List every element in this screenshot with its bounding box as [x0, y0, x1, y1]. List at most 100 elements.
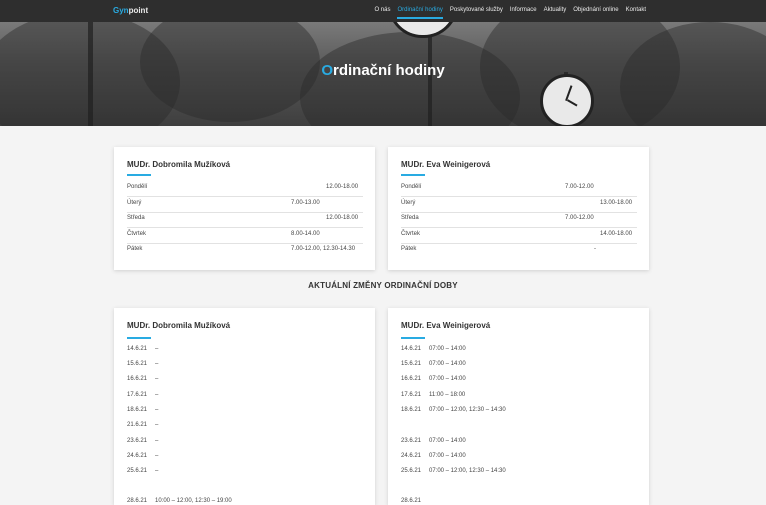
- change-row: 16.6.21 07:00 – 14:00: [401, 376, 466, 382]
- change-date: 25.6.21: [401, 468, 422, 474]
- change-row: 23.6.21 07:00 – 14:00: [401, 438, 466, 444]
- hours-time: 12.00-18.00: [326, 184, 359, 190]
- change-row: 15.6.21 07:00 – 14:00: [401, 361, 466, 367]
- hours-row: Pátek 7.00-12.00, 12.30-14.30: [127, 243, 363, 259]
- site-logo[interactable]: Gynpoint: [113, 6, 148, 15]
- change-time: 11:00 – 18:00: [429, 392, 466, 398]
- card-doctor-name: MUDr. Dobromila Mužíková: [127, 160, 231, 169]
- change-time: 07:00 – 14:00: [429, 346, 466, 352]
- hours-time: 7.00-12.00, 12.30-14.30: [291, 246, 356, 252]
- change-date: 28.6.21: [127, 498, 148, 504]
- hero-banner: Ordinační hodiny: [0, 22, 766, 126]
- hours-time: 14.00-18.00: [600, 231, 633, 237]
- change-time: –: [155, 468, 159, 474]
- hours-time: 7.00-12.00: [565, 184, 594, 190]
- change-row: 17.6.21 –: [127, 392, 158, 398]
- change-row: 21.6.21 –: [127, 422, 158, 428]
- change-row: 18.6.21 –: [127, 407, 158, 413]
- nav-link-objednani-online[interactable]: Objednání online: [573, 7, 618, 13]
- logo-accent-text: Gyn: [113, 6, 129, 15]
- card-doctor-name: MUDr. Dobromila Mužíková: [127, 321, 231, 330]
- hours-time: 13.00-18.00: [600, 200, 633, 206]
- hours-row: Pondělí 7.00-12.00: [401, 181, 637, 197]
- change-date: 14.6.21: [127, 346, 148, 352]
- hours-day: Středa: [127, 215, 145, 221]
- change-date: 18.6.21: [401, 407, 422, 413]
- change-date: 21.6.21: [127, 422, 148, 428]
- change-time: 10:00 – 12:00, 12:30 – 19:00: [155, 498, 232, 504]
- change-row: 18.6.21 07:00 – 12:00, 12:30 – 14:30: [401, 407, 506, 413]
- change-row: 24.6.21 –: [127, 453, 158, 459]
- change-time: 07:00 – 12:00, 12:30 – 14:30: [429, 407, 506, 413]
- top-navbar: Gynpoint O nás Ordinační hodiny Poskytov…: [0, 0, 766, 22]
- change-time: 07:00 – 14:00: [429, 361, 466, 367]
- hours-row: Středa 12.00-18.00: [127, 212, 363, 228]
- change-time: –: [155, 422, 159, 428]
- change-time: –: [155, 376, 159, 382]
- logo-text: point: [128, 6, 149, 15]
- hours-row: Pondělí 12.00-18.00: [127, 181, 363, 197]
- change-row: 16.6.21 –: [127, 376, 158, 382]
- nav-link-o-nas[interactable]: O nás: [374, 7, 390, 13]
- change-row: 28.6.21 10:00 – 12:00, 12:30 – 19:00: [127, 498, 232, 504]
- hours-day: Pátek: [127, 246, 143, 252]
- change-time: 07:00 – 12:00, 12:30 – 14:30: [429, 468, 506, 474]
- hours-day: Středa: [401, 215, 419, 221]
- change-date: 17.6.21: [127, 392, 148, 398]
- hours-day: Čtvrtek: [127, 231, 147, 237]
- hours-card-weinigerova: MUDr. Eva Weinigerová Pondělí 7.00-12.00…: [388, 147, 649, 270]
- hours-row: Čtvrtek 14.00-18.00: [401, 228, 637, 244]
- hours-row: Čtvrtek 8.00-14.00: [127, 228, 363, 244]
- hours-day: Pátek: [401, 246, 417, 252]
- change-row: 23.6.21 –: [127, 438, 158, 444]
- change-time: –: [155, 407, 159, 413]
- change-time: 07:00 – 14:00: [429, 376, 466, 382]
- hours-time: 7.00-12.00: [565, 215, 594, 221]
- hours-time: 12.00-18.00: [326, 215, 359, 221]
- card-title-underline: [401, 174, 425, 176]
- change-time: 07:00 – 14:00: [429, 438, 466, 444]
- change-row: 28.6.21: [401, 498, 429, 504]
- change-date: 24.6.21: [401, 453, 422, 459]
- change-row: 24.6.21 07:00 – 14:00: [401, 453, 466, 459]
- change-date: 25.6.21: [127, 468, 148, 474]
- card-title-underline: [127, 337, 151, 339]
- change-time: –: [155, 438, 159, 444]
- change-date: 28.6.21: [401, 498, 422, 504]
- hours-day: Čtvrtek: [401, 231, 421, 237]
- change-time: 07:00 – 14:00: [429, 453, 466, 459]
- changes-card-muzikova: MUDr. Dobromila Mužíková 14.6.21 – 15.6.2…: [114, 308, 375, 505]
- page-title: Ordinační hodiny: [0, 62, 766, 79]
- change-time: –: [155, 392, 159, 398]
- card-title-underline: [401, 337, 425, 339]
- change-row: 25.6.21 07:00 – 12:00, 12:30 – 14:30: [401, 468, 506, 474]
- change-row: 14.6.21 –: [127, 346, 158, 352]
- hours-row: Úterý 7.00-13.00: [127, 197, 363, 213]
- nav-link-kontakt[interactable]: Kontakt: [626, 7, 646, 13]
- nav-link-poskytovane-sluzby[interactable]: Poskytované služby: [450, 7, 503, 13]
- hours-day: Pondělí: [401, 184, 422, 190]
- page-title-accent: O: [321, 62, 333, 79]
- hours-row: Pátek -: [401, 243, 637, 259]
- hours-day: Pondělí: [127, 184, 148, 190]
- changes-section-heading: AKTUÁLNÍ ZMĚNY ORDINAČNÍ DOBY: [308, 281, 458, 290]
- nav-link-ordinacni-hodiny[interactable]: Ordinační hodiny: [397, 7, 444, 19]
- hours-row: Středa 7.00-12.00: [401, 212, 637, 228]
- change-row: 15.6.21 –: [127, 361, 158, 367]
- nav-link-aktuality[interactable]: Aktuality: [544, 7, 567, 13]
- hours-time: -: [594, 246, 596, 252]
- changes-card-weinigerova: MUDr. Eva Weinigerová 14.6.21 07:00 – 14:…: [388, 308, 649, 505]
- hours-row: Úterý 13.00-18.00: [401, 197, 637, 213]
- change-date: 17.6.21: [401, 392, 422, 398]
- change-date: 16.6.21: [401, 376, 422, 382]
- card-doctor-name: MUDr. Eva Weinigerová: [401, 321, 491, 330]
- hours-day: Úterý: [127, 200, 142, 206]
- card-doctor-name: MUDr. Eva Weinigerová: [401, 160, 491, 169]
- hours-time: 8.00-14.00: [291, 231, 320, 237]
- change-row: 14.6.21 07:00 – 14:00: [401, 346, 466, 352]
- change-row: 17.6.21 11:00 – 18:00: [401, 392, 465, 398]
- change-time: –: [155, 361, 159, 367]
- main-menu: O nás Ordinační hodiny Poskytované služb…: [367, 7, 646, 19]
- change-date: 24.6.21: [127, 453, 148, 459]
- nav-link-informace[interactable]: Informace: [510, 7, 537, 13]
